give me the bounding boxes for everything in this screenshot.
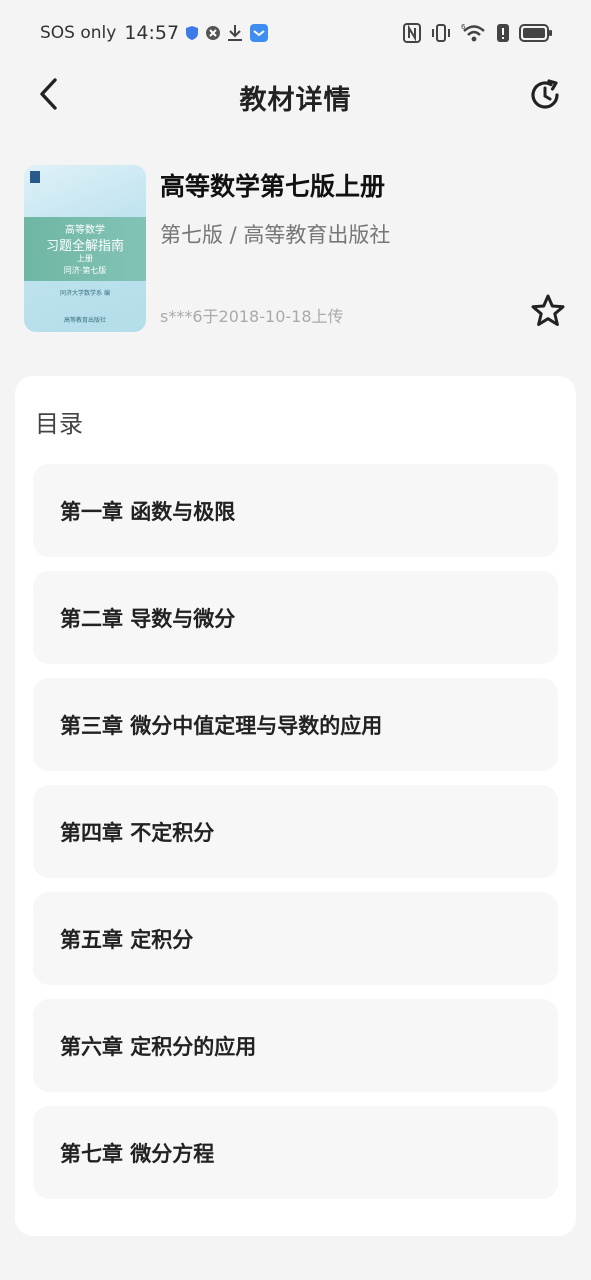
cover-publisher: 高等教育出版社 — [63, 317, 106, 324]
battery-icon — [519, 24, 553, 42]
chapter-label: 第六章 定积分的应用 — [60, 1034, 257, 1059]
chapter-label: 第一章 函数与极限 — [60, 499, 236, 524]
chapter-item-5[interactable]: 第五章 定积分 — [33, 892, 558, 985]
shield-icon — [185, 25, 199, 41]
vibrate-icon — [430, 23, 452, 43]
blocked-icon — [205, 25, 221, 41]
chapter-label: 第二章 导数与微分 — [60, 606, 236, 631]
wifi-6-label: 6 — [461, 23, 466, 31]
chapter-item-2[interactable]: 第二章 导数与微分 — [33, 571, 558, 664]
star-outline-icon — [530, 293, 566, 333]
refresh-button[interactable] — [526, 78, 564, 116]
cover-line2: 习题全解指南 — [45, 239, 124, 254]
chapter-item-6[interactable]: 第六章 定积分的应用 — [33, 999, 558, 1092]
chapter-item-4[interactable]: 第四章 不定积分 — [33, 785, 558, 878]
book-cover-image[interactable]: 高等数学 习题全解指南 上册 同济·第七版 同济大学数学系 编 高等教育出版社 — [24, 165, 146, 332]
carrier-text: SOS only — [40, 23, 117, 43]
chapter-label: 第七章 微分方程 — [60, 1141, 215, 1166]
cover-line3: 上册 — [77, 254, 93, 263]
cover-line1: 高等数学 — [65, 225, 105, 236]
book-title: 高等数学第七版上册 — [160, 172, 386, 201]
chapter-label: 第四章 不定积分 — [60, 820, 215, 845]
clock-text: 14:57 — [124, 22, 180, 44]
chapter-item-1[interactable]: 第一章 函数与极限 — [33, 464, 558, 557]
chapter-label: 第三章 微分中值定理与导数的应用 — [60, 713, 383, 738]
refresh-icon — [527, 77, 563, 117]
cover-line5: 同济大学数学系 编 — [60, 290, 110, 297]
page-title: 教材详情 — [239, 84, 352, 116]
app-notification-icon — [249, 23, 269, 43]
toc-card: 目录 第一章 函数与极限 第二章 导数与微分 第三章 微分中值定理与导数的应用 … — [15, 376, 576, 1236]
chapter-label: 第五章 定积分 — [60, 927, 194, 952]
status-bar: SOS only 14:57 6 — [0, 0, 591, 66]
wifi-icon: 6 — [461, 23, 487, 43]
download-icon — [227, 24, 243, 42]
nav-bar: 教材详情 — [0, 66, 591, 128]
toc-list: 第一章 函数与极限 第二章 导数与微分 第三章 微分中值定理与导数的应用 第四章… — [33, 464, 558, 1213]
book-header: 高等数学 习题全解指南 上册 同济·第七版 同济大学数学系 编 高等教育出版社 … — [24, 165, 572, 333]
chapter-item-3[interactable]: 第三章 微分中值定理与导数的应用 — [33, 678, 558, 771]
chapter-item-7[interactable]: 第七章 微分方程 — [33, 1106, 558, 1199]
publisher-logo — [30, 171, 40, 183]
toc-heading: 目录 — [35, 410, 83, 438]
nfc-icon — [403, 23, 421, 43]
status-left: SOS only 14:57 — [40, 22, 269, 44]
upload-info: s***6于2018-10-18上传 — [160, 307, 344, 326]
chevron-left-icon — [37, 77, 59, 115]
back-button[interactable] — [30, 78, 66, 114]
book-edition-publisher: 第七版 / 高等教育出版社 — [160, 223, 391, 247]
cover-line4: 同济·第七版 — [63, 266, 107, 275]
alert-icon — [496, 23, 510, 43]
status-right: 6 — [403, 23, 553, 43]
favorite-button[interactable] — [528, 293, 568, 333]
